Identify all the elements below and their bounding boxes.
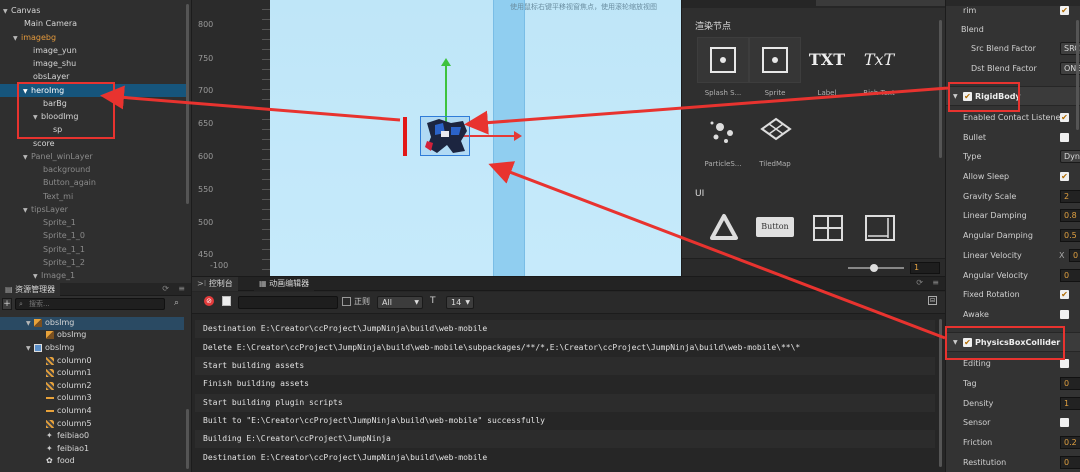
- arrow-to-hero-from-collider: [488, 161, 946, 340]
- annotation-arrows: [100, 85, 949, 340]
- arrow-to-hierarchy: [100, 85, 401, 122]
- arrow-to-hero-from-rigidbody: [464, 86, 949, 135]
